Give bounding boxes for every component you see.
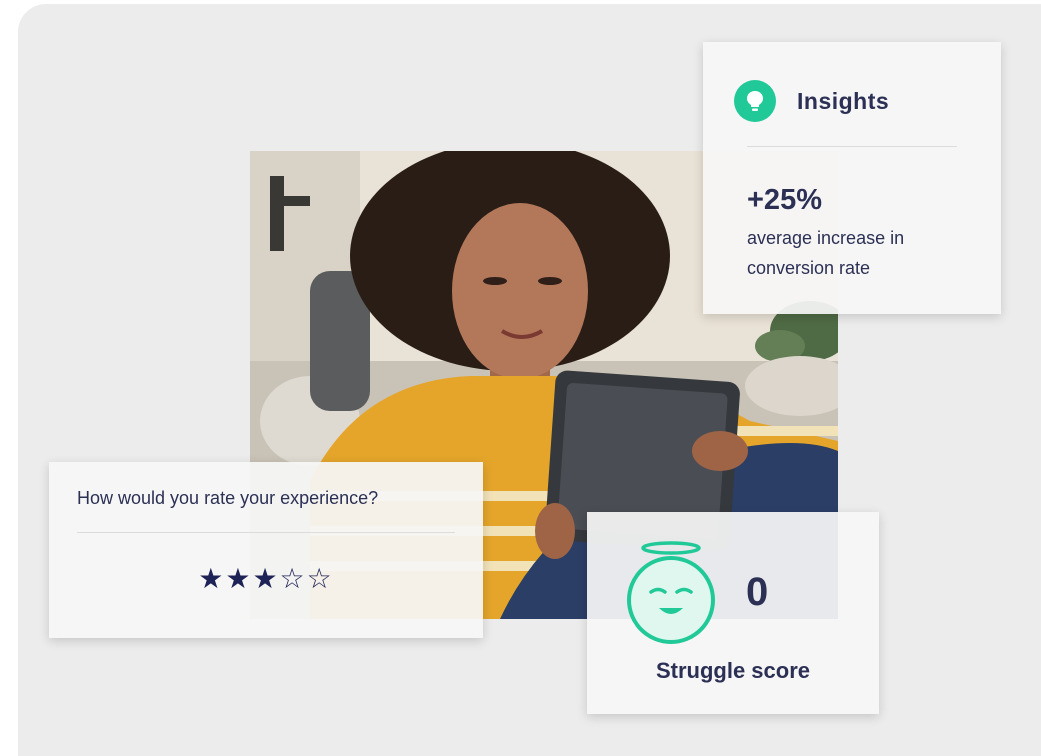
rating-question: How would you rate your experience? (77, 488, 379, 508)
happy-halo-face-icon (623, 540, 719, 651)
canvas: Insights +25% average increase in conver… (18, 4, 1041, 756)
insights-title: Insights (797, 88, 890, 114)
struggle-score-value: 0 (746, 570, 769, 614)
divider (77, 532, 455, 533)
conversion-increase-value: +25% (747, 184, 822, 216)
lightbulb-icon (734, 80, 776, 122)
conversion-increase-description: average increase in conversion rate (747, 228, 905, 278)
divider (747, 146, 957, 147)
insights-card: Insights +25% average increase in conver… (703, 42, 1001, 314)
struggle-score-card: 0 Struggle score (587, 512, 879, 714)
star-rating[interactable]: ★★★☆☆ (49, 562, 483, 595)
rating-card: How would you rate your experience? ★★★☆… (49, 462, 483, 638)
struggle-score-label: Struggle score (655, 658, 811, 683)
